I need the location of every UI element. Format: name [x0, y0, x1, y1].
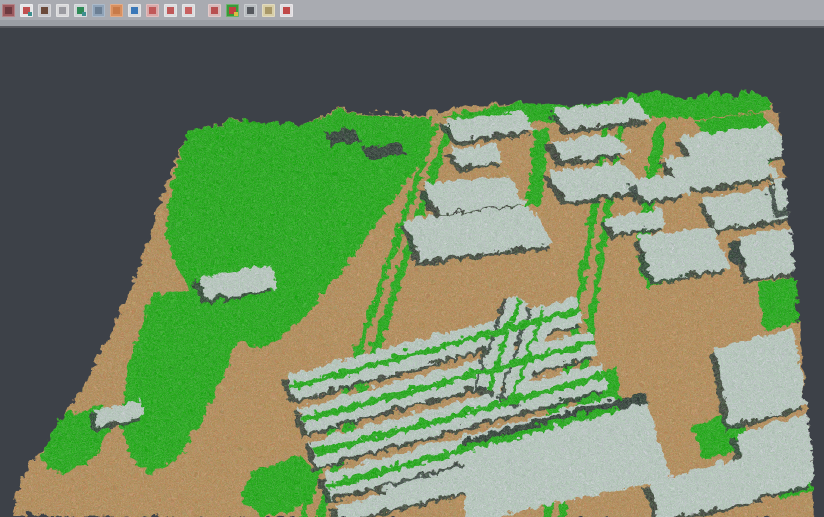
orthoimage-icon[interactable] [110, 4, 123, 17]
point-cloud-model [0, 28, 824, 517]
3d-viewport[interactable] [0, 28, 824, 517]
grid-icon[interactable] [56, 4, 69, 17]
measure-icon[interactable] [262, 4, 275, 17]
classify-icon[interactable] [20, 4, 33, 17]
layers-icon[interactable] [146, 4, 159, 17]
measure-icon-glyph [265, 7, 272, 14]
terrain-icon-glyph [41, 7, 48, 14]
settings-icon-glyph [247, 7, 254, 14]
terrain-icon[interactable] [38, 4, 51, 17]
profile-icon[interactable] [92, 4, 105, 17]
orthoimage-icon-glyph [113, 7, 120, 14]
viewport-canvas[interactable] [0, 28, 824, 517]
point-cloud-icon-glyph [5, 7, 12, 14]
tiles-icon-glyph [211, 7, 218, 14]
globe-icon[interactable] [128, 4, 141, 17]
classify-icon-glyph2 [28, 12, 32, 16]
main-toolbar [0, 0, 824, 20]
elevation-icon[interactable] [74, 4, 87, 17]
classification-raster-icon-glyph2 [234, 12, 238, 16]
selection-icon-glyph [185, 7, 192, 14]
application-window: { "toolbar": { "icons": [ {"name": "poin… [0, 0, 824, 517]
layers-icon-glyph [149, 7, 156, 14]
profile-icon-glyph [95, 7, 102, 14]
classification-raster-icon[interactable] [226, 4, 239, 17]
flag-icon[interactable] [280, 4, 293, 17]
target-icon[interactable] [164, 4, 177, 17]
elevation-icon-glyph2 [82, 12, 86, 16]
point-cloud-icon[interactable] [2, 4, 15, 17]
flag-icon-glyph [283, 7, 290, 14]
globe-icon-glyph [131, 7, 138, 14]
target-icon-glyph [167, 7, 174, 14]
selection-icon[interactable] [182, 4, 195, 17]
grid-icon-glyph [59, 7, 66, 14]
tiles-icon[interactable] [208, 4, 221, 17]
settings-icon[interactable] [244, 4, 257, 17]
noise-overlay-dark [0, 28, 824, 517]
